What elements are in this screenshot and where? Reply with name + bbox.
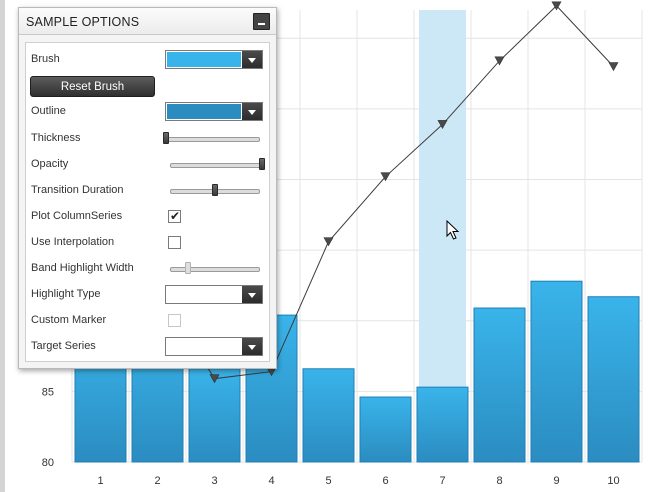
highlight-type-combo[interactable] (165, 285, 263, 304)
slider-track (166, 137, 260, 142)
bar[interactable] (416, 386, 469, 463)
x-tick-label: 1 (97, 475, 103, 487)
thickness-label: Thickness (31, 132, 81, 144)
slider-thumb[interactable] (163, 132, 169, 144)
panel-body: Brush Reset Brush Outline Thickness Opac… (25, 42, 270, 362)
bar[interactable] (359, 396, 412, 463)
outline-combo[interactable] (165, 102, 263, 121)
bar[interactable] (473, 307, 526, 463)
highlight-type-label: Highlight Type (31, 288, 101, 300)
dropdown-arrow-icon[interactable] (242, 286, 262, 303)
x-tick-label: 4 (268, 475, 274, 487)
target-series-value (167, 339, 241, 354)
bar[interactable] (587, 296, 640, 463)
opacity-label: Opacity (31, 158, 69, 170)
y-tick-label: 80 (42, 457, 54, 469)
custom-marker-row: Custom Marker (26, 310, 269, 332)
sample-options-panel: SAMPLE OPTIONS Brush Reset Brush Outline… (18, 7, 277, 369)
target-series-row: Target Series (26, 336, 269, 358)
plot-columnseries-row: Plot ColumnSeries ✔ (26, 206, 269, 228)
use-interpolation-checkbox[interactable] (168, 236, 181, 249)
band-highlight-width-row: Band Highlight Width (26, 258, 269, 280)
reset-row: Reset Brush (26, 75, 269, 97)
slider-thumb[interactable] (185, 262, 191, 274)
band-highlight-width-label: Band Highlight Width (31, 262, 134, 274)
x-tick-label: 2 (154, 475, 160, 487)
dropdown-arrow-icon[interactable] (242, 103, 262, 120)
checkmark-icon: ✔ (170, 209, 181, 223)
x-tick-label: 3 (211, 475, 217, 487)
use-interpolation-label: Use Interpolation (31, 236, 115, 248)
brush-label: Brush (31, 53, 60, 65)
x-tick-label: 8 (496, 475, 502, 487)
opacity-row: Opacity (26, 154, 269, 176)
dropdown-arrow-icon[interactable] (242, 338, 262, 355)
x-axis-labels: 1 2 3 4 5 6 7 8 9 10 (97, 475, 619, 487)
x-tick-label: 7 (439, 475, 445, 487)
plot-columnseries-label: Plot ColumnSeries (31, 210, 123, 222)
custom-marker-label: Custom Marker (31, 314, 107, 326)
y-tick-label: 85 (42, 386, 54, 398)
outline-row: Outline (26, 101, 269, 123)
thickness-row: Thickness (26, 128, 269, 150)
panel-title: SAMPLE OPTIONS (26, 15, 140, 29)
outline-swatch (167, 104, 241, 119)
transition-duration-slider[interactable] (170, 184, 260, 196)
x-tick-label: 6 (382, 475, 388, 487)
highlight-type-row: Highlight Type (26, 284, 269, 306)
outline-label: Outline (31, 105, 66, 117)
highlight-type-value (167, 287, 241, 302)
use-interpolation-row: Use Interpolation (26, 232, 269, 254)
reset-brush-button[interactable]: Reset Brush (30, 76, 155, 97)
slider-thumb[interactable] (212, 184, 218, 196)
slider-track (170, 163, 262, 168)
opacity-slider[interactable] (170, 158, 265, 170)
thickness-slider[interactable] (163, 132, 260, 144)
target-series-label: Target Series (31, 340, 96, 352)
x-tick-label: 9 (553, 475, 559, 487)
brush-combo[interactable] (165, 50, 263, 69)
brush-row: Brush (26, 49, 269, 71)
y-axis-labels: 80 85 (42, 386, 54, 469)
mouse-cursor-icon (446, 220, 460, 240)
x-tick-label: 10 (607, 475, 619, 487)
slider-track (170, 267, 260, 272)
collapse-button[interactable] (253, 13, 270, 30)
brush-swatch (167, 52, 241, 67)
dropdown-arrow-icon[interactable] (242, 51, 262, 68)
band-highlight-width-slider[interactable] (170, 262, 260, 274)
bar[interactable] (302, 368, 355, 463)
target-series-combo[interactable] (165, 337, 263, 356)
custom-marker-checkbox[interactable] (168, 314, 181, 327)
panel-header: SAMPLE OPTIONS (19, 8, 276, 35)
transition-duration-label: Transition Duration (31, 184, 124, 196)
slider-thumb[interactable] (259, 158, 265, 170)
plot-columnseries-checkbox[interactable]: ✔ (168, 209, 181, 223)
transition-duration-row: Transition Duration (26, 180, 269, 202)
bar[interactable] (530, 280, 583, 463)
x-tick-label: 5 (325, 475, 331, 487)
